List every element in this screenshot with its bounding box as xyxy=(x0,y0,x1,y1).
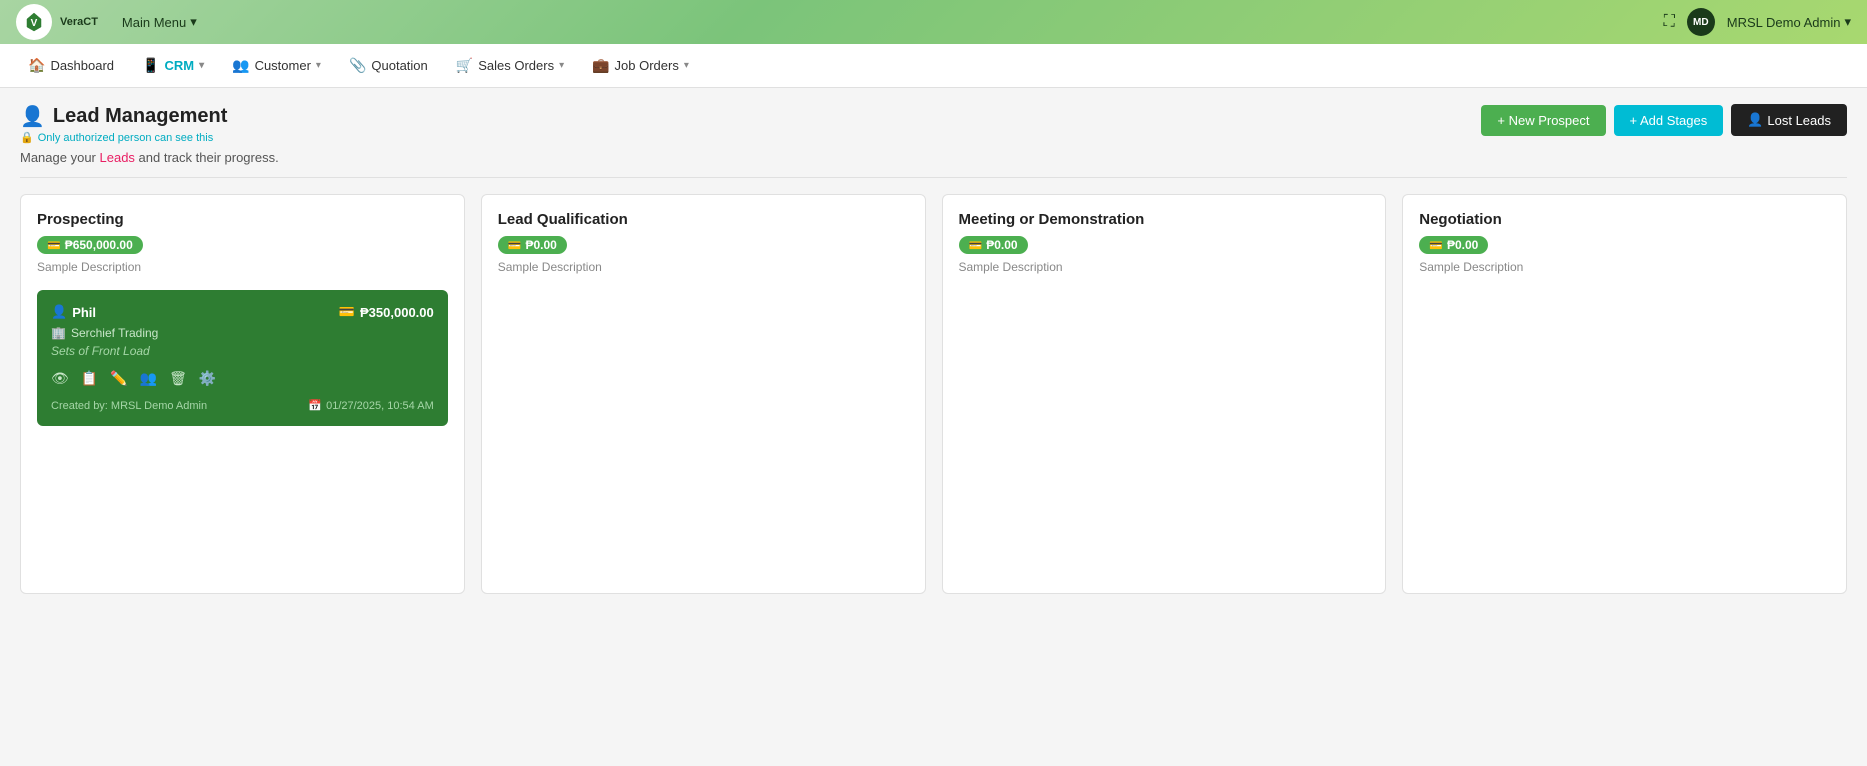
page-content: 👤 Lead Management 🔒 Only authorized pers… xyxy=(0,88,1867,610)
authorized-badge: 🔒 Only authorized person can see this xyxy=(20,131,279,144)
negotiation-description: Sample Description xyxy=(1419,260,1830,274)
svg-text:V: V xyxy=(31,18,38,29)
lost-leads-icon: 👤 xyxy=(1747,112,1763,128)
quotation-icon: 📎 xyxy=(349,57,366,74)
add-stages-button[interactable]: + Add Stages xyxy=(1614,105,1724,136)
card-building-icon: 🏢 xyxy=(51,326,66,340)
leads-link[interactable]: Leads xyxy=(100,150,135,165)
crm-chevron: ▾ xyxy=(199,60,204,71)
job-orders-chevron: ▾ xyxy=(684,60,689,71)
card-name: 👤 Phil xyxy=(51,304,96,320)
lock-icon: 🔒 xyxy=(20,131,34,144)
lead-qual-description: Sample Description xyxy=(498,260,909,274)
main-menu-button[interactable]: Main Menu ▾ xyxy=(122,14,197,30)
card-product: Sets of Front Load xyxy=(51,344,434,358)
user-avatar: MD xyxy=(1687,8,1715,36)
kanban-column-lead-qualification: Lead Qualification 💳 ₱0.00 Sample Descri… xyxy=(481,194,926,594)
page-header: 👤 Lead Management 🔒 Only authorized pers… xyxy=(20,104,1847,165)
page-description: Manage your Leads and track their progre… xyxy=(20,150,279,165)
negotiation-title: Negotiation xyxy=(1419,211,1830,228)
logo-area: V VeraCT Main Menu ▾ xyxy=(16,4,197,40)
sales-chevron: ▾ xyxy=(559,60,564,71)
nav-job-orders[interactable]: 💼 Job Orders ▾ xyxy=(580,51,701,80)
card-copy-icon[interactable]: 📋 xyxy=(81,370,98,387)
card-date: 📅 01/27/2025, 10:54 AM xyxy=(308,399,433,412)
card-company: 🏢 Serchief Trading xyxy=(51,326,434,340)
page-divider xyxy=(20,177,1847,178)
prospect-card: 👤 Phil 💳 ₱350,000.00 🏢 Serchief Trading … xyxy=(37,290,448,426)
kanban-column-prospecting: Prospecting 💳 ₱650,000.00 Sample Descrip… xyxy=(20,194,465,594)
card-view-icon[interactable]: 👁 xyxy=(51,370,69,387)
user-name-button[interactable]: MRSL Demo Admin ▾ xyxy=(1727,14,1851,30)
card-footer: Created by: MRSL Demo Admin 📅 01/27/2025… xyxy=(51,399,434,412)
sales-orders-icon: 🛒 xyxy=(456,57,473,74)
kanban-column-meeting: Meeting or Demonstration 💳 ₱0.00 Sample … xyxy=(942,194,1387,594)
kanban-board: Prospecting 💳 ₱650,000.00 Sample Descrip… xyxy=(20,194,1847,594)
card-created-by: Created by: MRSL Demo Admin xyxy=(51,400,207,412)
nav-dashboard[interactable]: 🏠 Dashboard xyxy=(16,51,126,80)
new-prospect-button[interactable]: + New Prospect xyxy=(1481,105,1605,136)
lead-management-icon: 👤 xyxy=(20,104,45,129)
kanban-column-negotiation: Negotiation 💳 ₱0.00 Sample Description xyxy=(1402,194,1847,594)
nav-sales-orders[interactable]: 🛒 Sales Orders ▾ xyxy=(444,51,576,80)
prospecting-badge-icon: 💳 xyxy=(47,239,61,252)
header-right: ⛶ MD MRSL Demo Admin ▾ xyxy=(1664,8,1851,36)
page-title: 👤 Lead Management xyxy=(20,104,279,129)
nav-customer[interactable]: 👥 Customer ▾ xyxy=(220,51,333,80)
card-actions: 👁 📋 ✏️ 👥 🗑 ⚙️ xyxy=(51,370,434,387)
top-header: V VeraCT Main Menu ▾ ⛶ MD MRSL Demo Admi… xyxy=(0,0,1867,44)
meeting-title: Meeting or Demonstration xyxy=(959,211,1370,228)
logo-icon: V xyxy=(16,4,52,40)
card-edit-icon[interactable]: ✏️ xyxy=(110,370,127,387)
card-top-row: 👤 Phil 💳 ₱350,000.00 xyxy=(51,304,434,320)
lead-qual-badge-icon: 💳 xyxy=(508,239,522,252)
nav-crm[interactable]: 📱 CRM ▾ xyxy=(130,51,216,80)
card-money-icon: 💳 xyxy=(339,304,355,320)
nav-quotation[interactable]: 📎 Quotation xyxy=(337,51,440,80)
fullscreen-button[interactable]: ⛶ xyxy=(1664,13,1675,31)
customer-chevron: ▾ xyxy=(316,60,321,71)
card-settings-icon[interactable]: ⚙️ xyxy=(199,370,216,387)
card-calendar-icon: 📅 xyxy=(308,399,322,412)
negotiation-badge: 💳 ₱0.00 xyxy=(1419,236,1488,254)
card-assign-icon[interactable]: 👥 xyxy=(140,370,157,387)
card-person-icon: 👤 xyxy=(51,304,67,320)
job-orders-icon: 💼 xyxy=(592,57,609,74)
page-title-section: 👤 Lead Management 🔒 Only authorized pers… xyxy=(20,104,279,165)
card-delete-icon[interactable]: 🗑 xyxy=(169,370,187,387)
prospecting-description: Sample Description xyxy=(37,260,448,274)
lead-qual-badge: 💳 ₱0.00 xyxy=(498,236,567,254)
meeting-badge: 💳 ₱0.00 xyxy=(959,236,1028,254)
dashboard-icon: 🏠 xyxy=(28,57,45,74)
crm-icon: 📱 xyxy=(142,57,159,74)
card-amount: 💳 ₱350,000.00 xyxy=(339,304,434,320)
lead-qual-title: Lead Qualification xyxy=(498,211,909,228)
nav-bar: 🏠 Dashboard 📱 CRM ▾ 👥 Customer ▾ 📎 Quota… xyxy=(0,44,1867,88)
meeting-badge-icon: 💳 xyxy=(969,239,983,252)
logo-text: VeraCT xyxy=(60,16,98,28)
negotiation-badge-icon: 💳 xyxy=(1429,239,1443,252)
lost-leads-button[interactable]: 👤 Lost Leads xyxy=(1731,104,1847,136)
meeting-description: Sample Description xyxy=(959,260,1370,274)
prospecting-title: Prospecting xyxy=(37,211,448,228)
prospecting-badge: 💳 ₱650,000.00 xyxy=(37,236,143,254)
customer-icon: 👥 xyxy=(232,57,249,74)
action-buttons: + New Prospect + Add Stages 👤 Lost Leads xyxy=(1481,104,1847,136)
